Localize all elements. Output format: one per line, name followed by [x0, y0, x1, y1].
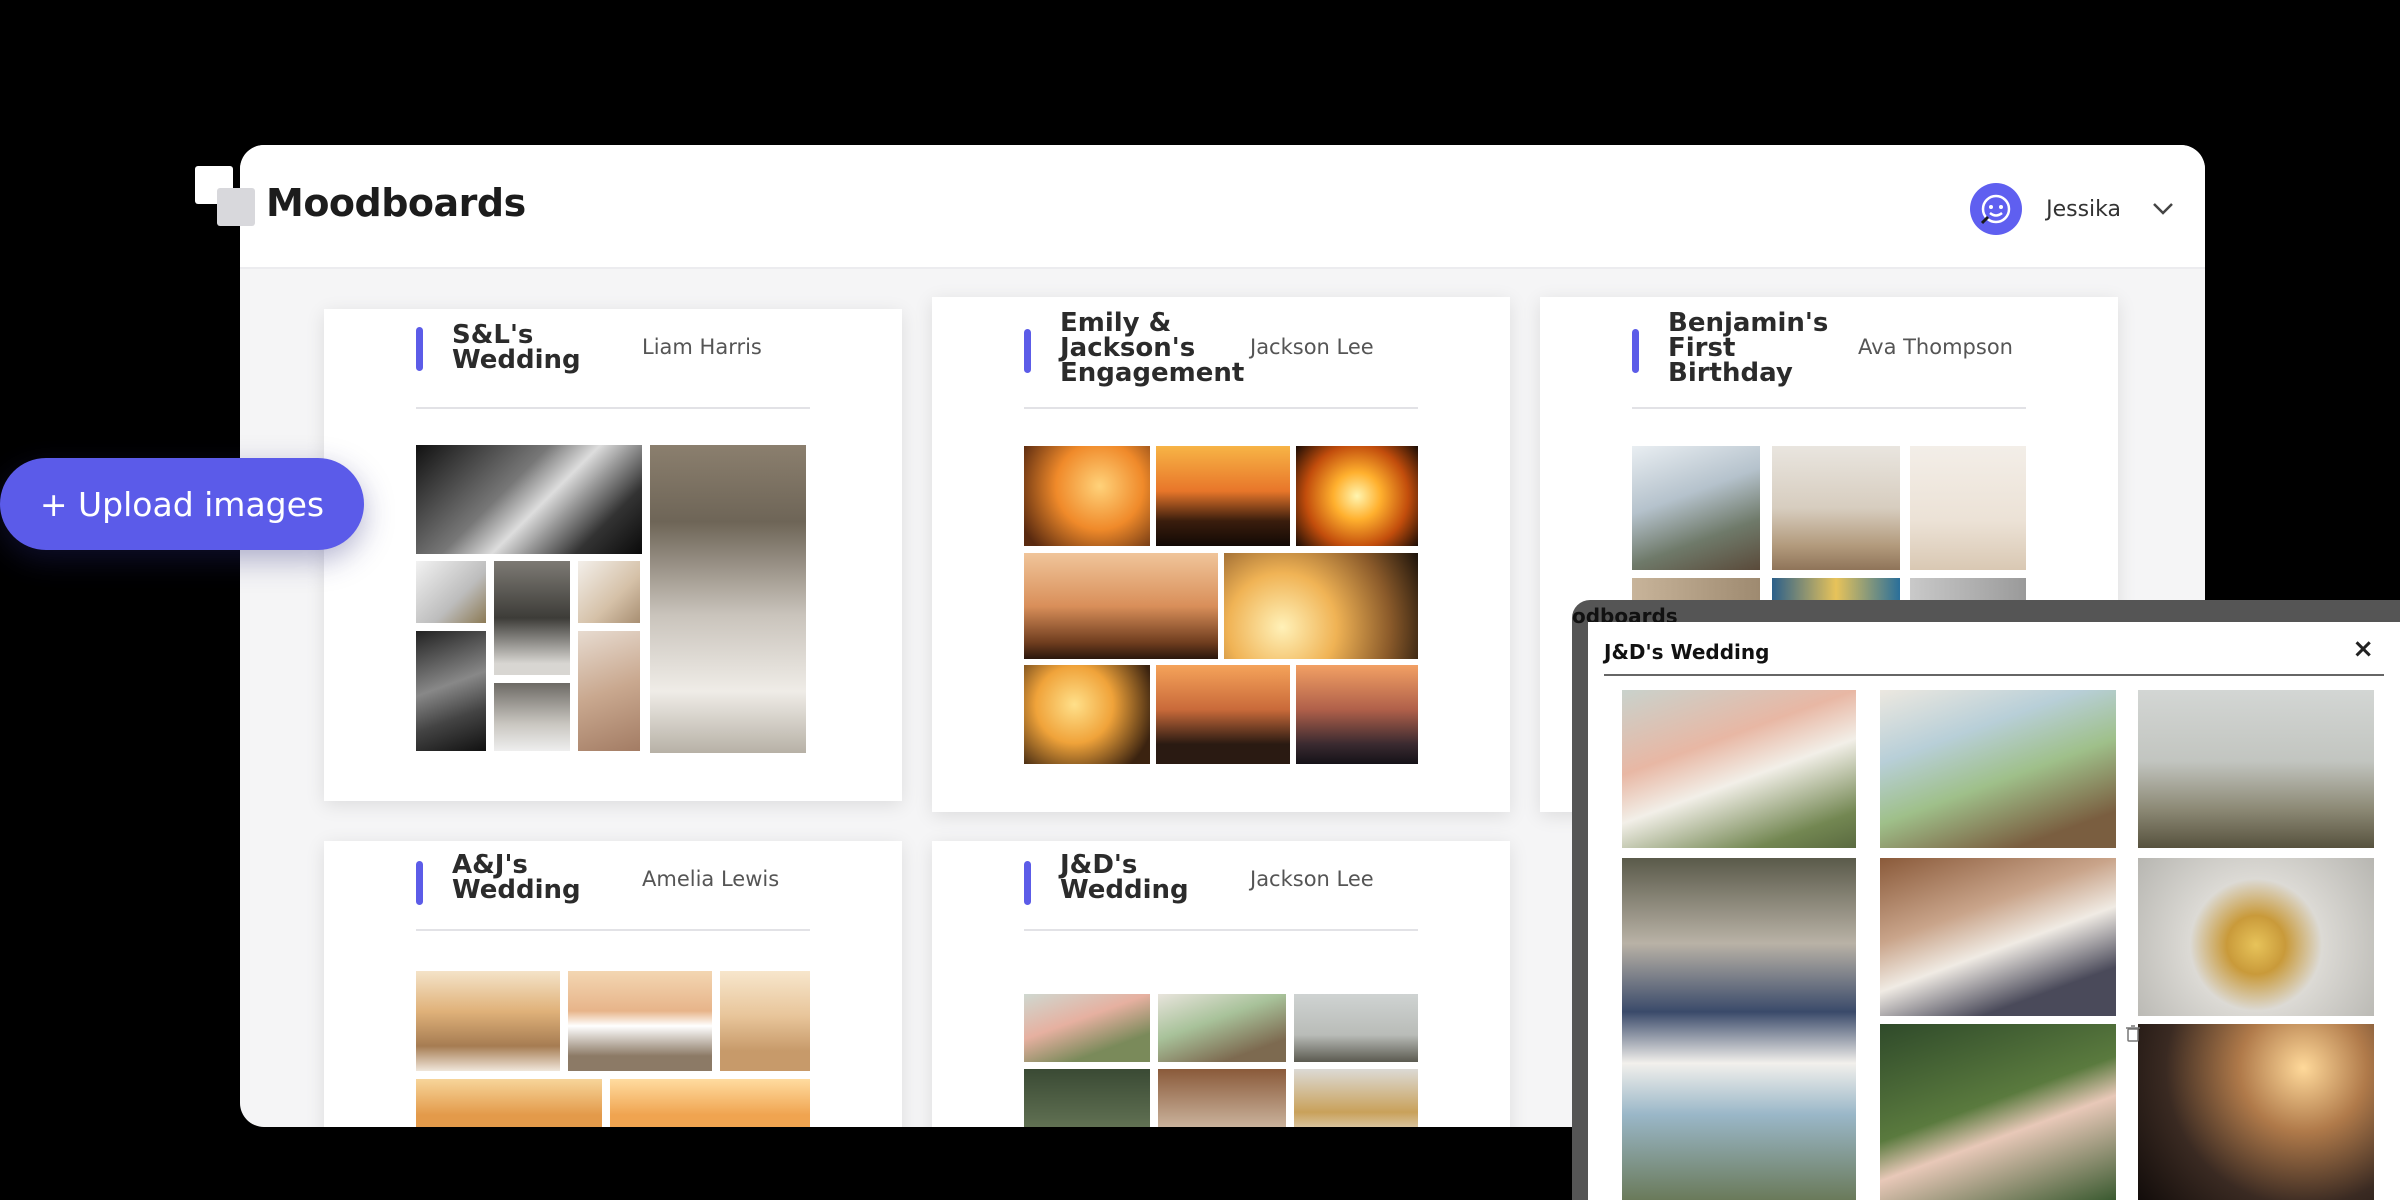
card-title: Benjamin's First Birthday	[1668, 308, 1829, 388]
photo	[416, 561, 486, 623]
card-owner: Jackson Lee	[1250, 335, 1374, 359]
card-accent-bar	[1632, 329, 1639, 373]
trash-icon[interactable]	[2125, 1024, 2141, 1042]
photo	[416, 631, 486, 751]
photo	[494, 683, 570, 751]
photo	[1772, 446, 1900, 570]
photo[interactable]	[1622, 690, 1856, 848]
divider	[1604, 674, 2384, 676]
card-title: J&D's Wedding	[1060, 850, 1189, 905]
photo	[416, 971, 560, 1071]
card-header: J&D's Wedding Jackson Lee	[1024, 841, 1418, 931]
card-owner: Jackson Lee	[1250, 867, 1374, 891]
photo	[416, 1079, 602, 1127]
photo[interactable]	[1880, 690, 2116, 848]
photo[interactable]	[2138, 1024, 2374, 1200]
card-owner: Ava Thompson	[1858, 335, 2013, 359]
photo	[720, 971, 810, 1071]
upload-images-button[interactable]: + Upload images	[0, 458, 364, 550]
photo	[1224, 553, 1418, 659]
photo	[416, 445, 642, 554]
photo	[650, 445, 806, 753]
panel-title: J&D's Wedding	[1604, 640, 1770, 664]
photo	[1024, 446, 1150, 546]
user-name[interactable]: Jessika	[2046, 197, 2121, 222]
card-owner: Liam Harris	[642, 335, 762, 359]
photo	[1024, 665, 1150, 764]
photo	[1024, 553, 1218, 659]
user-avatar-icon	[1981, 194, 2011, 225]
card-accent-bar	[1024, 861, 1031, 905]
card-title: A&J's Wedding	[452, 850, 581, 905]
card-title: S&L's Wedding	[452, 320, 581, 375]
moodboard-card[interactable]: A&J's Wedding Amelia Lewis	[324, 841, 902, 1127]
card-accent-bar	[416, 327, 423, 371]
card-header: A&J's Wedding Amelia Lewis	[416, 841, 810, 931]
avatar[interactable]	[1970, 183, 2023, 235]
photo	[1156, 665, 1290, 764]
photo	[578, 631, 640, 751]
card-header: Emily & Jackson's Engagement Jackson Lee	[1024, 297, 1418, 409]
app-logo	[195, 166, 257, 226]
moodboard-card[interactable]: S&L's Wedding Liam Harris	[324, 309, 902, 801]
moodboard-card[interactable]: J&D's Wedding Jackson Lee	[932, 841, 1510, 1127]
photo	[1024, 994, 1150, 1062]
photo[interactable]	[2138, 690, 2374, 848]
page-title: Moodboards	[266, 181, 526, 225]
photo	[1632, 446, 1760, 570]
card-accent-bar	[1024, 329, 1031, 373]
photo[interactable]	[1880, 858, 2116, 1016]
app-header: Moodboards Jessika	[240, 145, 2205, 269]
photo	[1158, 994, 1286, 1062]
photo	[1156, 446, 1290, 546]
logo-square-back	[217, 188, 255, 226]
card-header: S&L's Wedding Liam Harris	[416, 309, 810, 409]
photo	[1296, 446, 1418, 546]
card-title: Emily & Jackson's Engagement	[1060, 308, 1245, 388]
photo	[1910, 446, 2026, 570]
photo	[1296, 665, 1418, 764]
photo	[494, 561, 570, 675]
photo	[610, 1079, 810, 1127]
photo	[1024, 1069, 1150, 1127]
photo[interactable]	[1880, 1024, 2116, 1200]
user-menu[interactable]: Jessika	[1970, 181, 2177, 237]
photo	[1294, 994, 1418, 1062]
photo[interactable]	[2138, 858, 2374, 1016]
photo	[1294, 1069, 1418, 1127]
moodboard-card[interactable]: Emily & Jackson's Engagement Jackson Lee	[932, 297, 1510, 812]
moodboard-detail-panel: J&D's Wedding ×	[1588, 622, 2400, 1200]
card-owner: Amelia Lewis	[642, 867, 780, 891]
photo	[1158, 1069, 1286, 1127]
close-icon[interactable]: ×	[2352, 634, 2374, 664]
photo	[568, 971, 712, 1071]
photo[interactable]	[1622, 858, 1856, 1200]
card-accent-bar	[416, 861, 423, 905]
chevron-down-icon[interactable]	[2149, 195, 2177, 223]
photo	[578, 561, 640, 623]
card-header: Benjamin's First Birthday Ava Thompson	[1632, 297, 2026, 409]
